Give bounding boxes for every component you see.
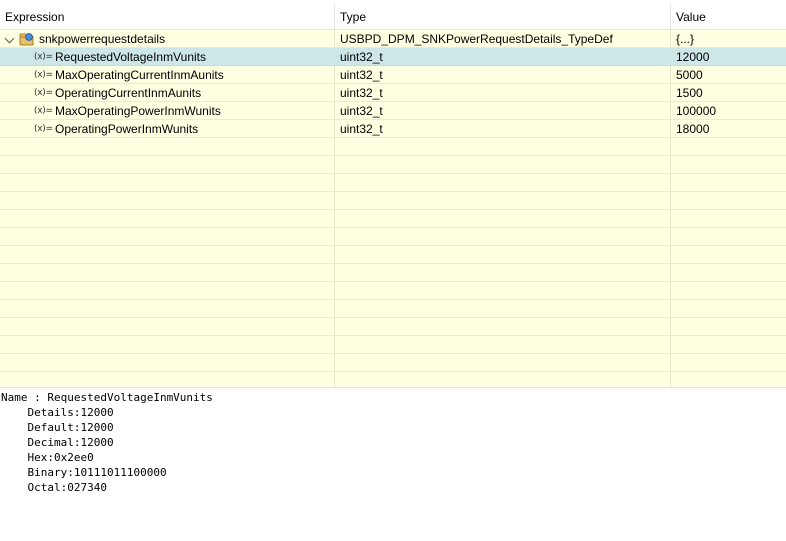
empty-row — [0, 372, 786, 387]
empty-row — [0, 228, 786, 246]
empty-row — [0, 336, 786, 354]
expression-cell: (x)= MaxOperatingCurrentInmAunits — [0, 66, 334, 84]
empty-row — [0, 282, 786, 300]
details-line: Octal:027340 — [1, 481, 107, 494]
column-header-type[interactable]: Type — [335, 0, 670, 30]
empty-row — [0, 192, 786, 210]
expression-cell: (x)= OperatingCurrentInmAunits — [0, 84, 334, 102]
struct-icon — [19, 32, 35, 46]
type-cell: uint32_t — [340, 68, 383, 82]
expression-cell: (x)= MaxOperatingPowerInmWunits — [0, 102, 334, 120]
tree-row[interactable]: (x)= OperatingCurrentInmAunits uint32_t 150… — [0, 84, 786, 102]
empty-row — [0, 354, 786, 372]
value-cell[interactable]: 18000 — [676, 120, 786, 138]
details-line: Hex:0x2ee0 — [1, 451, 94, 464]
details-name-line: Name : RequestedVoltageInmVunits — [1, 391, 213, 404]
tree-row[interactable]: (x)= MaxOperatingPowerInmWunits uint32_t 10… — [0, 102, 786, 120]
details-line: Decimal:12000 — [1, 436, 114, 449]
variable-icon: (x)= — [34, 70, 53, 80]
expression-cell: snkpowerrequestdetails — [0, 30, 334, 48]
details-line: Default:12000 — [1, 421, 114, 434]
expression-name: snkpowerrequestdetails — [39, 32, 166, 46]
expression-name: MaxOperatingPowerInmWunits — [55, 104, 221, 118]
empty-row — [0, 156, 786, 174]
type-cell: uint32_t — [340, 104, 383, 118]
variable-icon: (x)= — [34, 106, 53, 116]
expressions-view: Expression Type Value snkpowerrequestdet… — [0, 0, 786, 541]
expressions-table: snkpowerrequestdetails USBPD_DPM_SNKPowe… — [0, 30, 786, 387]
variable-icon: (x)= — [34, 88, 53, 98]
empty-row — [0, 264, 786, 282]
value-cell[interactable]: {...} — [676, 30, 786, 48]
empty-row — [0, 210, 786, 228]
empty-row — [0, 300, 786, 318]
column-header-expression[interactable]: Expression — [0, 0, 334, 30]
type-cell: uint32_t — [340, 86, 383, 100]
expression-cell: (x)= RequestedVoltageInmVunits — [0, 48, 334, 66]
empty-row — [0, 174, 786, 192]
variable-icon: (x)= — [34, 124, 53, 134]
expression-name: OperatingPowerInmWunits — [55, 122, 199, 136]
value-cell[interactable]: 12000 — [676, 48, 786, 66]
chevron-down-icon[interactable] — [4, 33, 15, 44]
tree-row-parent[interactable]: snkpowerrequestdetails USBPD_DPM_SNKPowe… — [0, 30, 786, 48]
expression-cell: (x)= OperatingPowerInmWunits — [0, 120, 334, 138]
table-header: Expression Type Value — [0, 0, 786, 30]
tree-row[interactable]: (x)= RequestedVoltageInmVunits uint32_t 120… — [0, 48, 786, 66]
value-cell[interactable]: 1500 — [676, 84, 786, 102]
variable-icon: (x)= — [34, 52, 53, 62]
tree-row[interactable]: (x)= OperatingPowerInmWunits uint32_t 18000 — [0, 120, 786, 138]
empty-row — [0, 318, 786, 336]
value-cell[interactable]: 100000 — [676, 102, 786, 120]
details-line: Binary:10111011100000 — [1, 466, 167, 479]
tree-row[interactable]: (x)= MaxOperatingCurrentInmAunits uint32_t… — [0, 66, 786, 84]
empty-row — [0, 246, 786, 264]
empty-row — [0, 138, 786, 156]
type-cell: USBPD_DPM_SNKPowerRequestDetails_TypeDef — [340, 32, 613, 46]
type-cell: uint32_t — [340, 50, 383, 64]
expression-name: OperatingCurrentInmAunits — [55, 86, 202, 100]
expression-name: MaxOperatingCurrentInmAunits — [55, 68, 224, 82]
column-header-value[interactable]: Value — [671, 0, 786, 30]
expression-name: RequestedVoltageInmVunits — [55, 50, 206, 64]
details-pane[interactable]: Name : RequestedVoltageInmVunits Details… — [0, 387, 786, 541]
details-line: Details:12000 — [1, 406, 114, 419]
type-cell: uint32_t — [340, 122, 383, 136]
value-cell[interactable]: 5000 — [676, 66, 786, 84]
